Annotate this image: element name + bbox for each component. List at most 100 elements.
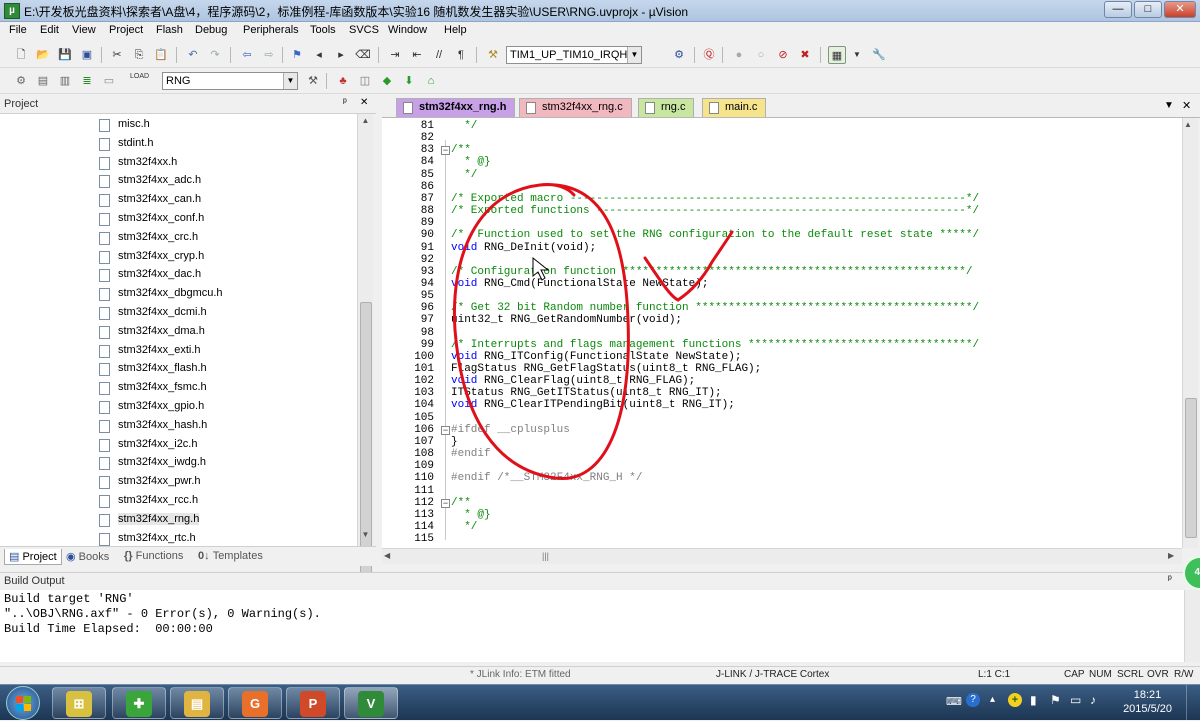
tab-main-c[interactable]: main.c: [702, 98, 767, 117]
pack-installer-icon[interactable]: ⬇: [400, 72, 418, 90]
maximize-button[interactable]: □: [1134, 1, 1162, 18]
pin-icon[interactable]: ᵖ: [343, 97, 347, 108]
project-file-item[interactable]: stm32f4xx.h: [0, 154, 357, 173]
comment-icon[interactable]: //: [430, 46, 448, 64]
download-icon[interactable]: LOAD: [130, 72, 149, 90]
fold-toggle-icon[interactable]: −: [441, 498, 450, 508]
editor-horizontal-scrollbar[interactable]: ◀ ||| ▶: [382, 548, 1182, 564]
project-file-item[interactable]: stm32f4xx_crc.h: [0, 229, 357, 248]
stop-build-icon[interactable]: ▭: [100, 72, 118, 90]
navigate-back-icon[interactable]: ⇦: [238, 46, 256, 64]
show-desktop-button[interactable]: [1186, 685, 1200, 721]
build-output-pane[interactable]: Build target 'RNG' "..\OBJ\RNG.axf" - 0 …: [0, 590, 1184, 662]
menu-help[interactable]: Help: [444, 24, 467, 36]
project-file-item[interactable]: stm32f4xx_rng.h: [0, 511, 357, 530]
project-file-item[interactable]: stm32f4xx_conf.h: [0, 210, 357, 229]
tray-network-icon[interactable]: ▮: [1030, 693, 1037, 707]
project-file-item[interactable]: stm32f4xx_i2c.h: [0, 436, 357, 455]
batch-build-icon[interactable]: ≣: [78, 72, 96, 90]
breakpoint-disable-icon[interactable]: ⊘: [774, 46, 792, 64]
scroll-down-icon[interactable]: ▼: [359, 530, 372, 542]
debug-session-icon[interactable]: Ⓠ: [700, 46, 718, 64]
tab-books[interactable]: ◉ Books: [62, 549, 113, 565]
target-options-icon[interactable]: ⚒: [304, 72, 322, 90]
project-file-item[interactable]: stm32f4xx_iwdg.h: [0, 454, 357, 473]
fold-toggle-icon[interactable]: −: [441, 146, 450, 156]
start-button[interactable]: [6, 686, 40, 720]
tray-expand-icon[interactable]: ▴: [990, 694, 995, 705]
function-combo[interactable]: TIM1_UP_TIM10_IRQHand ▼: [506, 46, 642, 64]
project-file-item[interactable]: stm32f4xx_dma.h: [0, 323, 357, 342]
select-packs-icon[interactable]: ◫: [356, 72, 374, 90]
project-file-item[interactable]: stm32f4xx_exti.h: [0, 342, 357, 361]
editor-vertical-scrollbar[interactable]: ▲: [1182, 118, 1198, 548]
menu-project[interactable]: Project: [109, 24, 143, 36]
bookmark-icon[interactable]: ⚑: [288, 46, 306, 64]
project-file-item[interactable]: stm32f4xx_hash.h: [0, 417, 357, 436]
project-file-item[interactable]: misc.h: [0, 116, 357, 135]
uncomment-icon[interactable]: ¶: [452, 46, 470, 64]
taskbar-app-360[interactable]: ✚: [112, 687, 166, 719]
project-file-item[interactable]: stm32f4xx_adc.h: [0, 172, 357, 191]
taskbar-app-explorer[interactable]: ▤: [170, 687, 224, 719]
new-file-icon[interactable]: 🗋: [12, 46, 30, 64]
scrollbar-thumb[interactable]: [1185, 398, 1197, 538]
menu-view[interactable]: View: [72, 24, 96, 36]
paste-icon[interactable]: 📋: [152, 46, 170, 64]
tray-help-icon[interactable]: ?: [966, 693, 980, 707]
scroll-right-icon[interactable]: ▶: [1168, 551, 1174, 560]
project-file-item[interactable]: stm32f4xx_rtc.h: [0, 530, 357, 546]
find-in-files-icon[interactable]: ⚒: [484, 46, 502, 64]
tab-functions[interactable]: {} Functions: [120, 549, 187, 565]
cut-icon[interactable]: ✂: [108, 46, 126, 64]
tab-stm32f4xx-rng-h[interactable]: stm32f4xx_rng.h: [396, 98, 516, 117]
project-file-item[interactable]: stm32f4xx_dbgmcu.h: [0, 285, 357, 304]
project-file-item[interactable]: stm32f4xx_can.h: [0, 191, 357, 210]
manage-rte-icon[interactable]: ◆: [378, 72, 396, 90]
taskbar-app-windows-logo[interactable]: ⊞: [52, 687, 106, 719]
fold-toggle-icon[interactable]: −: [441, 425, 450, 435]
project-file-item[interactable]: stm32f4xx_rcc.h: [0, 492, 357, 511]
close-tab-icon[interactable]: ✕: [1182, 99, 1191, 112]
minimize-button[interactable]: —: [1104, 1, 1132, 18]
menu-edit[interactable]: Edit: [40, 24, 59, 36]
next-bookmark-icon[interactable]: ▸: [332, 46, 350, 64]
tray-monitor-icon[interactable]: ▭: [1070, 693, 1081, 707]
build-icon[interactable]: ▤: [34, 72, 52, 90]
project-scrollbar[interactable]: ▲ ▼: [357, 114, 373, 574]
scroll-left-icon[interactable]: ◀: [384, 551, 390, 560]
rebuild-icon[interactable]: ▥: [56, 72, 74, 90]
project-file-item[interactable]: stm32f4xx_gpio.h: [0, 398, 357, 417]
manage-project-items-icon[interactable]: ♣: [334, 72, 352, 90]
build-output-scrollbar[interactable]: [1184, 590, 1200, 662]
save-icon[interactable]: 💾: [56, 46, 74, 64]
project-file-item[interactable]: stm32f4xx_fsmc.h: [0, 379, 357, 398]
translate-icon[interactable]: ⚙: [12, 72, 30, 90]
scroll-up-icon[interactable]: ▲: [1184, 120, 1192, 129]
tab-templates[interactable]: 0↓ Templates: [194, 549, 267, 565]
breakpoint-enable-icon[interactable]: ○: [752, 46, 770, 64]
undo-icon[interactable]: ↶: [184, 46, 202, 64]
close-button[interactable]: ✕: [1164, 1, 1196, 18]
tab-rng-c[interactable]: rng.c: [638, 98, 695, 117]
project-file-item[interactable]: stdint.h: [0, 135, 357, 154]
taskbar-app-pdf[interactable]: G: [228, 687, 282, 719]
menu-flash[interactable]: Flash: [156, 24, 183, 36]
tab-stm32f4xx-rng-c[interactable]: stm32f4xx_rng.c: [519, 98, 632, 117]
project-file-item[interactable]: stm32f4xx_pwr.h: [0, 473, 357, 492]
project-file-item[interactable]: stm32f4xx_dcmi.h: [0, 304, 357, 323]
open-folder-icon[interactable]: 📂: [34, 46, 52, 64]
configure-icon[interactable]: 🔧: [870, 46, 888, 64]
unindent-icon[interactable]: ⇤: [408, 46, 426, 64]
menu-file[interactable]: File: [9, 24, 27, 36]
tray-360-icon[interactable]: +: [1008, 693, 1022, 707]
taskbar-app-keil[interactable]: V: [344, 687, 398, 719]
breakpoint-kill-icon[interactable]: ✖: [796, 46, 814, 64]
pin-icon[interactable]: ᵖ: [1168, 574, 1172, 585]
taskbar-clock[interactable]: 18:21 2015/5/20: [1123, 688, 1172, 716]
tray-flag-icon[interactable]: ⚑: [1050, 693, 1061, 707]
breakpoint-insert-icon[interactable]: ●: [730, 46, 748, 64]
project-file-item[interactable]: stm32f4xx_cryp.h: [0, 248, 357, 267]
copy-icon[interactable]: ⎘: [130, 46, 148, 64]
tab-project[interactable]: ▤ Project: [4, 549, 62, 565]
